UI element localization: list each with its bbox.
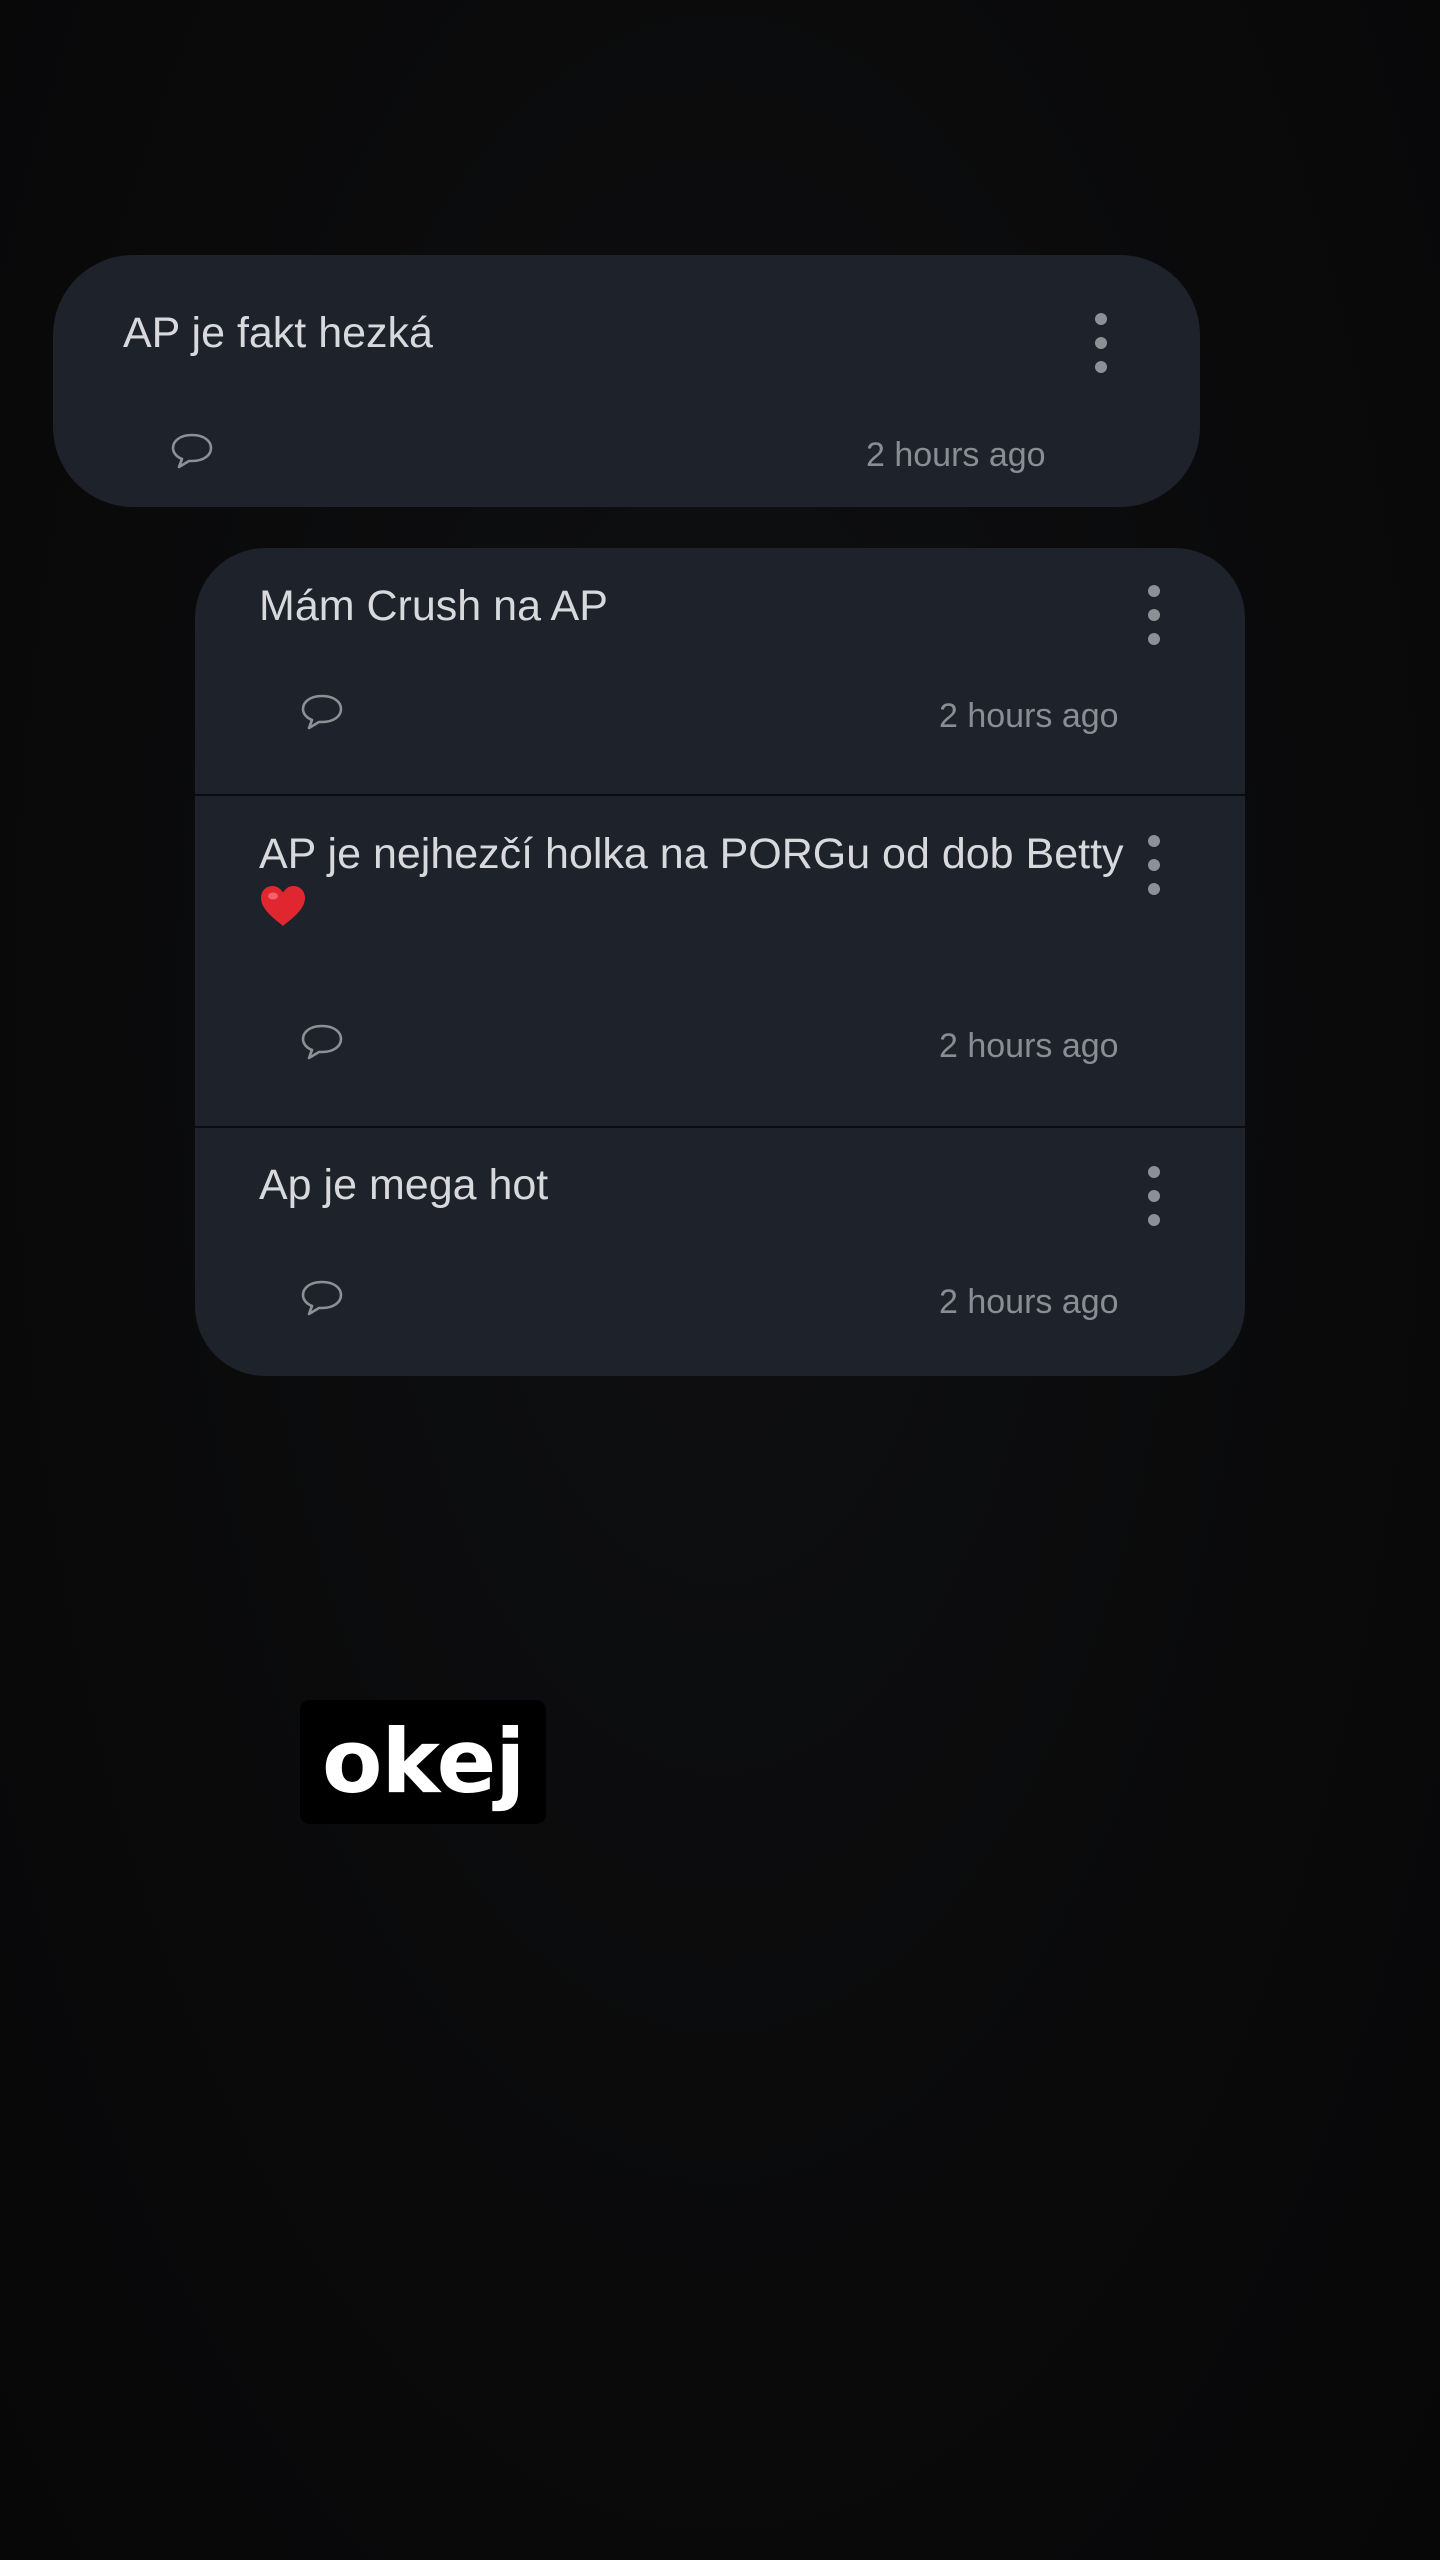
sticker-text: okej <box>300 1700 547 1824</box>
comment-icon[interactable] <box>299 692 345 732</box>
post-stack: Mám Crush na AP 2 hours ago AP je nejhez… <box>195 548 1245 1376</box>
post-text: AP je nejhezčí holka na PORGu od dob Bet… <box>259 830 1124 878</box>
timestamp: 2 hours ago <box>939 1027 1119 1065</box>
post-text: AP je fakt hezká <box>123 309 433 357</box>
screen: AP je fakt hezká 2 hours ago Mám Crush n… <box>0 0 1440 2560</box>
timestamp: 2 hours ago <box>939 1283 1119 1321</box>
post-text: Ap je mega hot <box>259 1161 549 1209</box>
more-options-icon[interactable] <box>1086 313 1116 383</box>
comment-icon[interactable] <box>299 1022 345 1062</box>
post-card[interactable]: Ap je mega hot 2 hours ago <box>195 1128 1245 1376</box>
more-options-icon[interactable] <box>1139 585 1169 655</box>
post-card[interactable]: AP je nejhezčí holka na PORGu od dob Bet… <box>195 796 1245 1126</box>
timestamp: 2 hours ago <box>866 436 1046 474</box>
timestamp: 2 hours ago <box>939 697 1119 735</box>
comment-icon[interactable] <box>299 1278 345 1318</box>
comment-icon[interactable] <box>169 431 215 471</box>
post-card[interactable]: AP je fakt hezká 2 hours ago <box>53 255 1200 507</box>
more-options-icon[interactable] <box>1139 1166 1169 1236</box>
red-heart-icon <box>261 886 305 926</box>
more-options-icon[interactable] <box>1139 835 1169 905</box>
post-text: Mám Crush na AP <box>259 582 608 630</box>
post-card[interactable]: Mám Crush na AP 2 hours ago <box>195 548 1245 794</box>
